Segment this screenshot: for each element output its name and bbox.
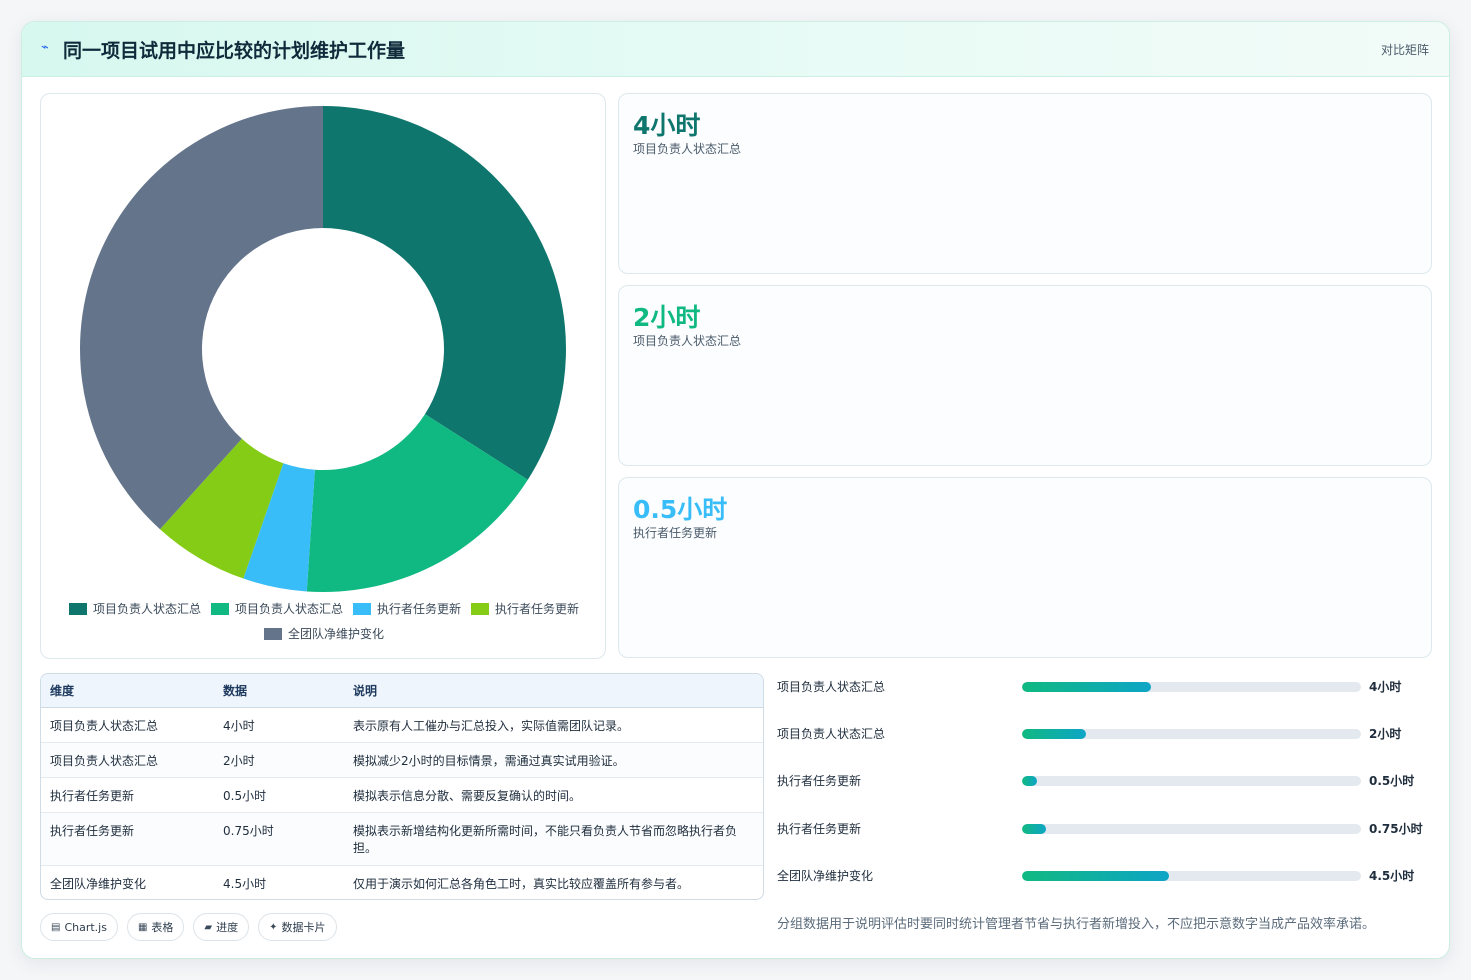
bar-label: 全团队净维护变化 — [777, 869, 874, 883]
table-icon: ▦ — [137, 921, 148, 933]
legend-swatch — [263, 627, 282, 640]
legend-swatch — [353, 602, 371, 615]
bar-track — [1022, 776, 1361, 786]
table-row: 执行者任务更新 0.5小时 模拟表示信息分散、需要反复确认的时间。 — [41, 777, 763, 813]
stat-label: 项目负责人状态汇总 — [633, 142, 742, 156]
bar-row: 执行者任务更新 0.5小时 — [777, 770, 1437, 790]
bar-track — [1022, 871, 1361, 881]
bar-fill — [1022, 824, 1046, 834]
bar-value: 0.5小时 — [1369, 774, 1415, 788]
bar-label: 项目负责人状态汇总 — [777, 680, 886, 694]
chip-label: Chart.js — [64, 920, 107, 934]
legend-item[interactable]: 执行者任务更新 — [353, 600, 461, 617]
table-cell: 仅用于演示如何汇总各角色工时，真实比较应覆盖所有参与者。 — [353, 876, 690, 891]
bar-value: 2小时 — [1369, 727, 1402, 741]
bar-label: 执行者任务更新 — [777, 822, 862, 836]
table-row: 项目负责人状态汇总 2小时 模拟减少2小时的目标情景，需通过真实试用验证。 — [41, 742, 763, 778]
table-row: 项目负责人状态汇总 4小时 表示原有人工催办与汇总投入，实际值需团队记录。 — [41, 707, 763, 743]
legend-item[interactable]: 项目负责人状态汇总 — [210, 600, 343, 617]
table-cell: 0.75小时 — [214, 812, 344, 866]
column-header: 数据 — [214, 674, 344, 708]
progress-icon: ▰ — [204, 921, 213, 933]
chip-chartjs[interactable]: ▤ Chart.js — [40, 913, 118, 941]
stat-label: 执行者任务更新 — [633, 526, 718, 540]
legend-label: 执行者任务更新 — [495, 602, 580, 616]
column-header: 说明 — [344, 674, 763, 708]
bar-row: 项目负责人状态汇总 4小时 — [777, 676, 1437, 696]
table-cell: 模拟表示新增结构化更新所需时间，不能只看负责人节省而忽略执行者负担。 — [344, 812, 763, 866]
table-cell: 4.5小时 — [223, 876, 267, 891]
header: ⌁ 同一项目试用中应比较的计划维护工作量 对比矩阵 — [22, 22, 1449, 77]
chip-data-card[interactable]: ✦ 数据卡片 — [258, 913, 337, 941]
bar-label: 执行者任务更新 — [777, 774, 862, 788]
table-row: 执行者任务更新 0.75小时 模拟表示新增结构化更新所需时间，不能只看负责人节省… — [41, 812, 763, 866]
legend-swatch — [68, 602, 87, 615]
bar-track — [1022, 682, 1361, 692]
legend-label: 执行者任务更新 — [377, 602, 462, 616]
table-cell: 项目负责人状态汇总 — [41, 707, 214, 743]
table-cell: 全团队净维护变化 — [50, 876, 147, 891]
chip-table[interactable]: ▦ 表格 — [126, 913, 185, 941]
donut-chart — [80, 106, 566, 592]
bar-label: 项目负责人状态汇总 — [777, 727, 886, 741]
table-header-row: 维度 数据 说明 — [41, 674, 763, 708]
table-cell: 2小时 — [214, 742, 344, 778]
chip-label: 表格 — [151, 921, 174, 934]
legend-item[interactable]: 项目负责人状态汇总 — [68, 600, 201, 617]
bar-value: 4.5小时 — [1369, 869, 1415, 883]
chip-progress[interactable]: ▰ 进度 — [193, 913, 250, 941]
bar-value: 4小时 — [1369, 680, 1402, 694]
table-row: 全团队净维护变化 4.5小时 仅用于演示如何汇总各角色工时，真实比较应覆盖所有参… — [41, 865, 763, 899]
comparison-matrix-link[interactable]: 对比矩阵 — [1381, 41, 1429, 58]
bar-fill — [1022, 871, 1170, 881]
legend-swatch — [471, 602, 490, 615]
table-cell: 执行者任务更新 — [41, 812, 214, 866]
bar-fill — [1022, 776, 1038, 786]
main-card: ⌁ 同一项目试用中应比较的计划维护工作量 对比矩阵 项目负责人状态汇总 项目负责人… — [21, 21, 1450, 959]
bar-fill — [1022, 729, 1087, 739]
stat-value: 0.5小时 — [633, 495, 728, 524]
table-cell: 模拟表示信息分散、需要反复确认的时间。 — [344, 777, 763, 813]
table-cell: 执行者任务更新 — [41, 777, 214, 813]
legend-label: 项目负责人状态汇总 — [234, 602, 343, 616]
bar-fill — [1022, 682, 1151, 692]
data-table: 维度 数据 说明 项目负责人状态汇总 4小时 表示原有人工催办与汇总投入，实际值… — [40, 673, 764, 900]
tag-chips: ▤ Chart.js ▦ 表格 ▰ 进度 ✦ 数据卡片 — [40, 913, 337, 941]
bar-track — [1022, 729, 1361, 739]
bar-row: 项目负责人状态汇总 2小时 — [777, 723, 1437, 743]
stat-card-3: 0.5小时 执行者任务更新 — [618, 477, 1432, 658]
stat-card-1: 4小时 项目负责人状态汇总 — [618, 93, 1432, 274]
chart-icon: ▤ — [51, 921, 61, 933]
legend-label: 全团队净维护变化 — [287, 627, 384, 641]
donut-slice[interactable] — [323, 106, 566, 480]
stat-value: 4小时 — [633, 111, 701, 140]
column-header: 维度 — [41, 674, 214, 708]
stat-label: 项目负责人状态汇总 — [633, 334, 742, 348]
table-cell: 模拟减少2小时的目标情景，需通过真实试用验证。 — [344, 742, 763, 778]
donut-chart-panel: 项目负责人状态汇总 项目负责人状态汇总 执行者任务更新 执行者任务更新全团队净维护变化 — [40, 93, 606, 659]
chart-trend-icon: ⌁ — [41, 40, 49, 55]
table-cell: 表示原有人工催办与汇总投入，实际值需团队记录。 — [344, 707, 763, 743]
bar-value: 0.75小时 — [1369, 822, 1423, 836]
chip-label: 数据卡片 — [281, 921, 326, 934]
legend-swatch — [210, 602, 229, 615]
page-title: 同一项目试用中应比较的计划维护工作量 — [63, 40, 406, 62]
sparkle-icon: ✦ — [269, 921, 278, 933]
bar-row: 全团队净维护变化 4.5小时 — [777, 865, 1437, 885]
chart-legend: 项目负责人状态汇总 项目负责人状态汇总 执行者任务更新 执行者任务更新全团队净维护变化 — [61, 600, 587, 642]
chip-label: 进度 — [216, 921, 239, 934]
bar-row: 执行者任务更新 0.75小时 — [777, 818, 1437, 838]
table-cell: 4小时 — [214, 707, 344, 743]
table-cell: 项目负责人状态汇总 — [41, 742, 214, 778]
legend-item[interactable]: 执行者任务更新 — [471, 600, 579, 617]
footnote: 分组数据用于说明评估时要同时统计管理者节省与执行者新增投入，不应把示意数字当成产… — [777, 917, 1376, 932]
bar-track — [1022, 824, 1361, 834]
legend-item[interactable]: 全团队净维护变化 — [263, 625, 384, 642]
legend-label: 项目负责人状态汇总 — [92, 602, 201, 616]
stat-card-2: 2小时 项目负责人状态汇总 — [618, 285, 1432, 466]
stat-value: 2小时 — [633, 303, 701, 332]
table-cell: 0.5小时 — [214, 777, 344, 813]
